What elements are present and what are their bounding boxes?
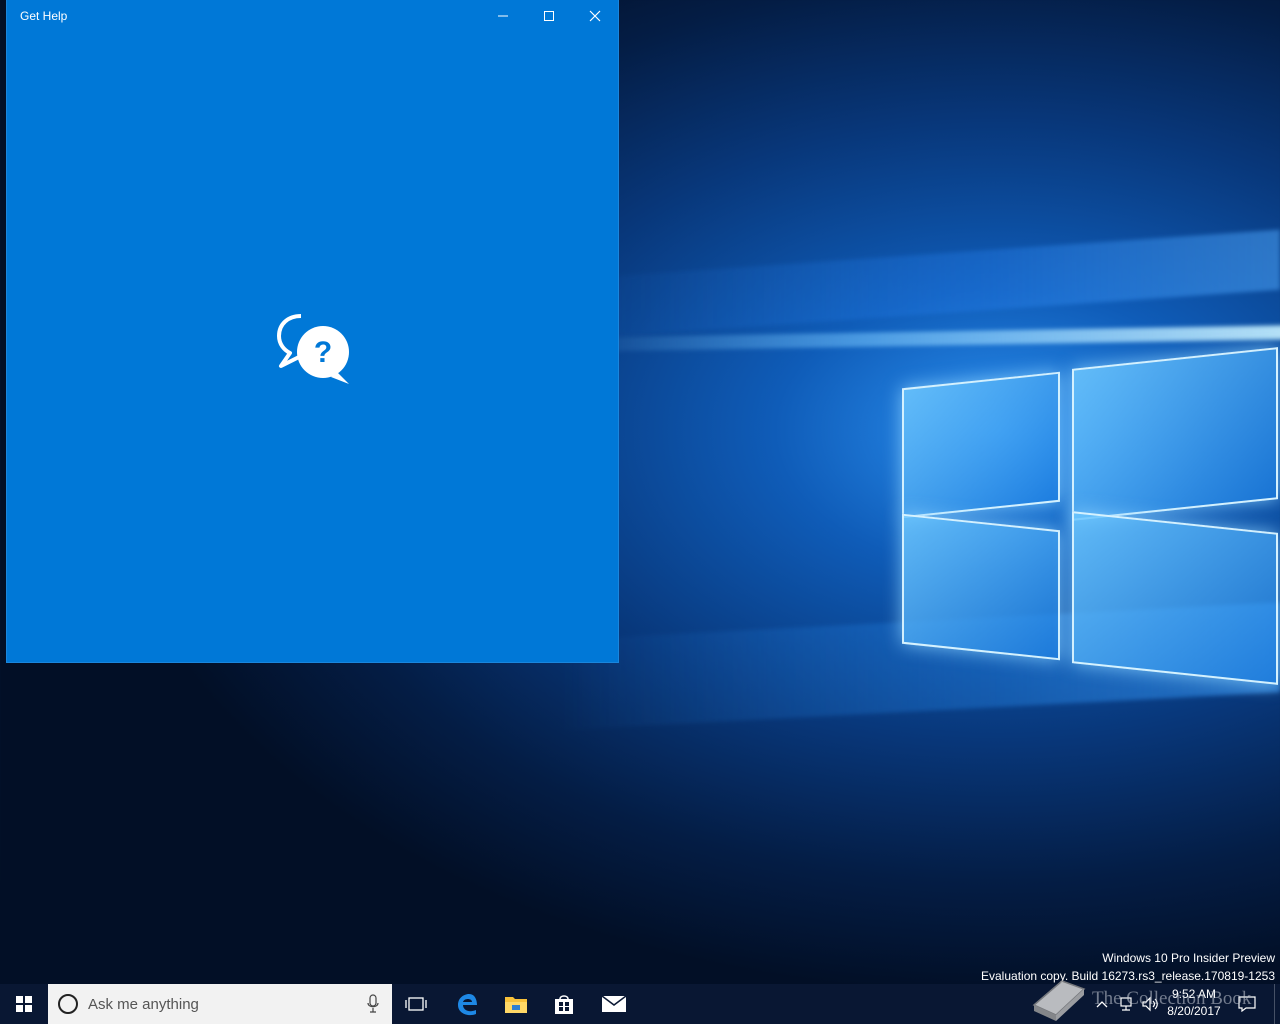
- store-icon: [555, 995, 573, 1014]
- book-logo-icon: [1032, 980, 1086, 1021]
- mail-icon: [601, 995, 627, 1012]
- start-button[interactable]: [0, 984, 48, 1024]
- edge-icon: [458, 994, 477, 1016]
- get-help-window[interactable]: Get Help ?: [7, 0, 618, 662]
- taskbar: Ask me anything 9:52 AM 8/20/2017: [0, 984, 1280, 1024]
- mail-taskbar-button[interactable]: [590, 984, 638, 1024]
- minimize-icon: [498, 15, 508, 17]
- build-watermark: Evaluation copy. Build 16273.rs3_release…: [981, 969, 1275, 983]
- store-taskbar-button[interactable]: [540, 984, 588, 1024]
- task-view-icon: [405, 997, 427, 1011]
- svg-text:?: ?: [314, 336, 332, 369]
- maximize-button[interactable]: [526, 0, 572, 32]
- help-chat-bubbles-icon: ?: [277, 314, 349, 384]
- brand-watermark-text: The Collection Book: [1092, 988, 1252, 1009]
- minimize-button[interactable]: [480, 0, 526, 32]
- task-view-button[interactable]: [392, 984, 440, 1024]
- show-desktop-button[interactable]: [1274, 984, 1280, 1024]
- window-title: Get Help: [20, 9, 68, 23]
- close-button[interactable]: [572, 0, 618, 32]
- maximize-icon: [544, 11, 554, 21]
- wallpaper-light-beam: [560, 229, 1280, 340]
- search-placeholder: Ask me anything: [88, 996, 199, 1013]
- close-icon: [589, 10, 601, 22]
- windows-start-icon: [16, 996, 32, 1012]
- microphone-icon[interactable]: [366, 994, 380, 1014]
- build-watermark: Windows 10 Pro Insider Preview: [1102, 951, 1275, 965]
- cortana-icon[interactable]: [58, 994, 78, 1014]
- cortana-search-box[interactable]: Ask me anything: [48, 984, 392, 1024]
- window-titlebar[interactable]: Get Help: [7, 0, 618, 32]
- edge-taskbar-button[interactable]: [442, 984, 492, 1024]
- file-explorer-icon: [505, 997, 527, 1013]
- file-explorer-taskbar-button[interactable]: [492, 984, 540, 1024]
- windows-logo-wallpaper: [900, 330, 1280, 710]
